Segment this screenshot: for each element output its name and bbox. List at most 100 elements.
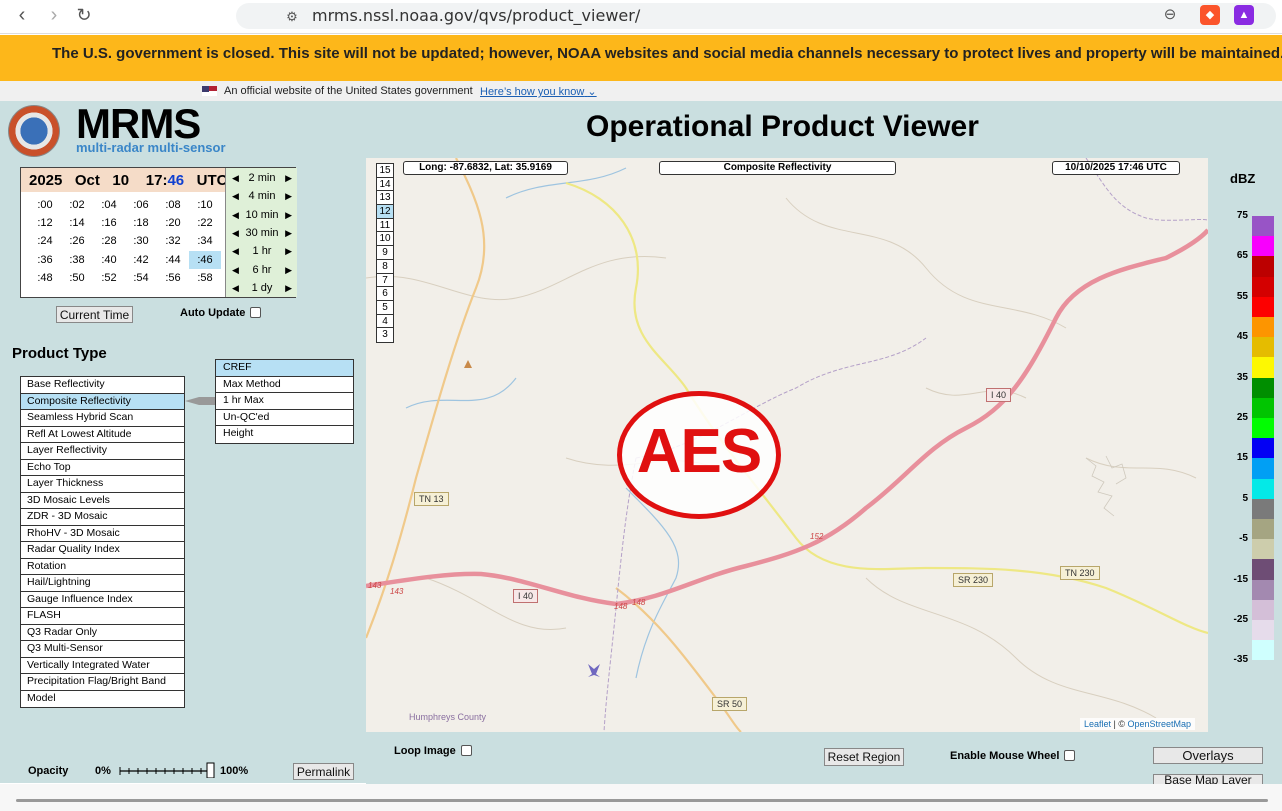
zoom-level-option[interactable]: 13 [377,191,393,206]
step-back-icon[interactable]: ◀ [232,261,239,279]
minute-option[interactable]: :02 [61,196,93,214]
step-back-icon[interactable]: ◀ [232,206,239,224]
product-type-item[interactable]: Model [21,691,184,708]
product-type-item[interactable]: Base Reflectivity [21,377,184,394]
minute-option[interactable]: :10 [189,196,221,214]
zoom-level-option[interactable]: 9 [377,246,393,260]
minute-option[interactable]: :20 [157,214,189,232]
product-type-item[interactable]: Composite Reflectivity [21,393,184,410]
auto-update-toggle[interactable]: Auto Update [180,307,262,319]
product-type-item[interactable]: Q3 Radar Only [21,625,184,641]
minute-option[interactable]: :34 [189,232,221,250]
step-forward-icon[interactable]: ▶ [285,206,292,224]
product-sub-item[interactable]: Max Method [216,377,353,393]
minute-option[interactable]: :52 [93,269,125,287]
product-type-item[interactable]: Vertically Integrated Water [21,658,184,674]
mouse-wheel-toggle[interactable]: Enable Mouse Wheel [950,750,1076,762]
zoom-level-option[interactable]: 14 [377,178,393,192]
step-forward-icon[interactable]: ▶ [285,187,292,205]
zoom-level-option[interactable]: 6 [377,287,393,301]
minute-option[interactable]: :48 [29,269,61,287]
product-sub-item[interactable]: Height [216,426,353,443]
minute-option[interactable]: :14 [61,214,93,232]
product-sub-item[interactable]: CREF [216,360,353,377]
minute-option[interactable]: :08 [157,196,189,214]
zoom-icon[interactable]: ⊖ [1158,4,1182,28]
zoom-level-option[interactable]: 10 [377,232,393,247]
zoom-level-option[interactable]: 7 [377,274,393,288]
minute-option[interactable]: :04 [93,196,125,214]
product-type-item[interactable]: Radar Quality Index [21,542,184,559]
minute-option[interactable]: :36 [29,251,61,269]
zoom-level-option[interactable]: 5 [377,301,393,315]
how-you-know-link[interactable]: Here’s how you know ⌄ [480,85,597,98]
step-forward-icon[interactable]: ▶ [285,279,292,297]
site-info-icon[interactable]: ⚙ [280,6,304,30]
product-type-item[interactable]: Q3 Multi-Sensor [21,641,184,658]
radar-map[interactable] [366,158,1208,732]
step-back-icon[interactable]: ◀ [232,169,239,187]
product-type-item[interactable]: Echo Top [21,460,184,476]
minute-option[interactable]: :58 [189,269,221,287]
product-type-item[interactable]: Precipitation Flag/Bright Band [21,674,184,691]
product-type-item[interactable]: Seamless Hybrid Scan [21,410,184,427]
loop-image-toggle[interactable]: Loop Image [394,745,472,757]
step-back-icon[interactable]: ◀ [232,279,239,297]
zoom-level-option[interactable]: 8 [377,260,393,274]
step-forward-icon[interactable]: ▶ [285,261,292,279]
minute-option[interactable]: :32 [157,232,189,250]
minute-option[interactable]: :50 [61,269,93,287]
product-sub-item[interactable]: Un-QC'ed [216,410,353,426]
minute-option[interactable]: :44 [157,251,189,269]
minute-option[interactable]: :46 [189,250,221,269]
minute-option[interactable]: :22 [189,214,221,232]
brave-rewards-icon[interactable]: ▲ [1234,5,1254,25]
step-forward-icon[interactable]: ▶ [285,224,292,242]
step-back-icon[interactable]: ◀ [232,242,239,260]
product-sub-item[interactable]: 1 hr Max [216,393,353,410]
basemap-layer-button[interactable]: Base Map Layer [1153,774,1263,784]
openstreetmap-link[interactable]: OpenStreetMap [1128,719,1192,729]
zoom-level-option[interactable]: 15 [377,164,393,178]
minute-option[interactable]: :18 [125,214,157,232]
minute-option[interactable]: :16 [93,214,125,232]
opacity-slider[interactable] [118,762,218,778]
minute-option[interactable]: :54 [125,269,157,287]
product-type-item[interactable]: Refl At Lowest Altitude [21,427,184,443]
minute-option[interactable]: :06 [125,196,157,214]
forward-arrow-icon[interactable]: › [42,4,66,28]
minute-option[interactable]: :12 [29,214,61,232]
product-type-item[interactable]: 3D Mosaic Levels [21,493,184,509]
reload-icon[interactable]: ↻ [72,4,96,28]
minute-option[interactable]: :56 [157,269,189,287]
permalink-button[interactable]: Permalink [293,763,354,780]
product-type-item[interactable]: ZDR - 3D Mosaic [21,509,184,526]
product-type-item[interactable]: Gauge Influence Index [21,592,184,608]
minute-option[interactable]: :38 [61,251,93,269]
current-time-button[interactable]: Current Time [56,306,133,323]
zoom-level-option[interactable]: 3 [377,328,393,342]
minute-option[interactable]: :28 [93,232,125,250]
step-back-icon[interactable]: ◀ [232,224,239,242]
overlays-button[interactable]: Overlays [1153,747,1263,764]
product-type-item[interactable]: Layer Thickness [21,476,184,493]
minute-option[interactable]: :30 [125,232,157,250]
back-arrow-icon[interactable]: ‹ [10,4,34,28]
zoom-level-option[interactable]: 11 [377,219,393,233]
reset-region-button[interactable]: Reset Region [824,748,904,766]
url-text[interactable]: mrms.nssl.noaa.gov/qvs/product_viewer/ [312,6,640,25]
minute-option[interactable]: :42 [125,251,157,269]
product-type-item[interactable]: Hail/Lightning [21,575,184,592]
leaflet-link[interactable]: Leaflet [1084,719,1111,729]
minute-option[interactable]: :40 [93,251,125,269]
product-type-item[interactable]: RhoHV - 3D Mosaic [21,526,184,542]
zoom-level-option[interactable]: 4 [377,315,393,329]
product-type-item[interactable]: FLASH [21,608,184,625]
mouse-wheel-checkbox[interactable] [1064,750,1076,761]
auto-update-checkbox[interactable] [250,307,262,318]
product-type-item[interactable]: Rotation [21,559,184,575]
horizontal-scrollbar[interactable] [16,799,1268,802]
step-forward-icon[interactable]: ▶ [285,242,292,260]
zoom-level-option[interactable]: 12 [377,205,393,219]
step-back-icon[interactable]: ◀ [232,187,239,205]
